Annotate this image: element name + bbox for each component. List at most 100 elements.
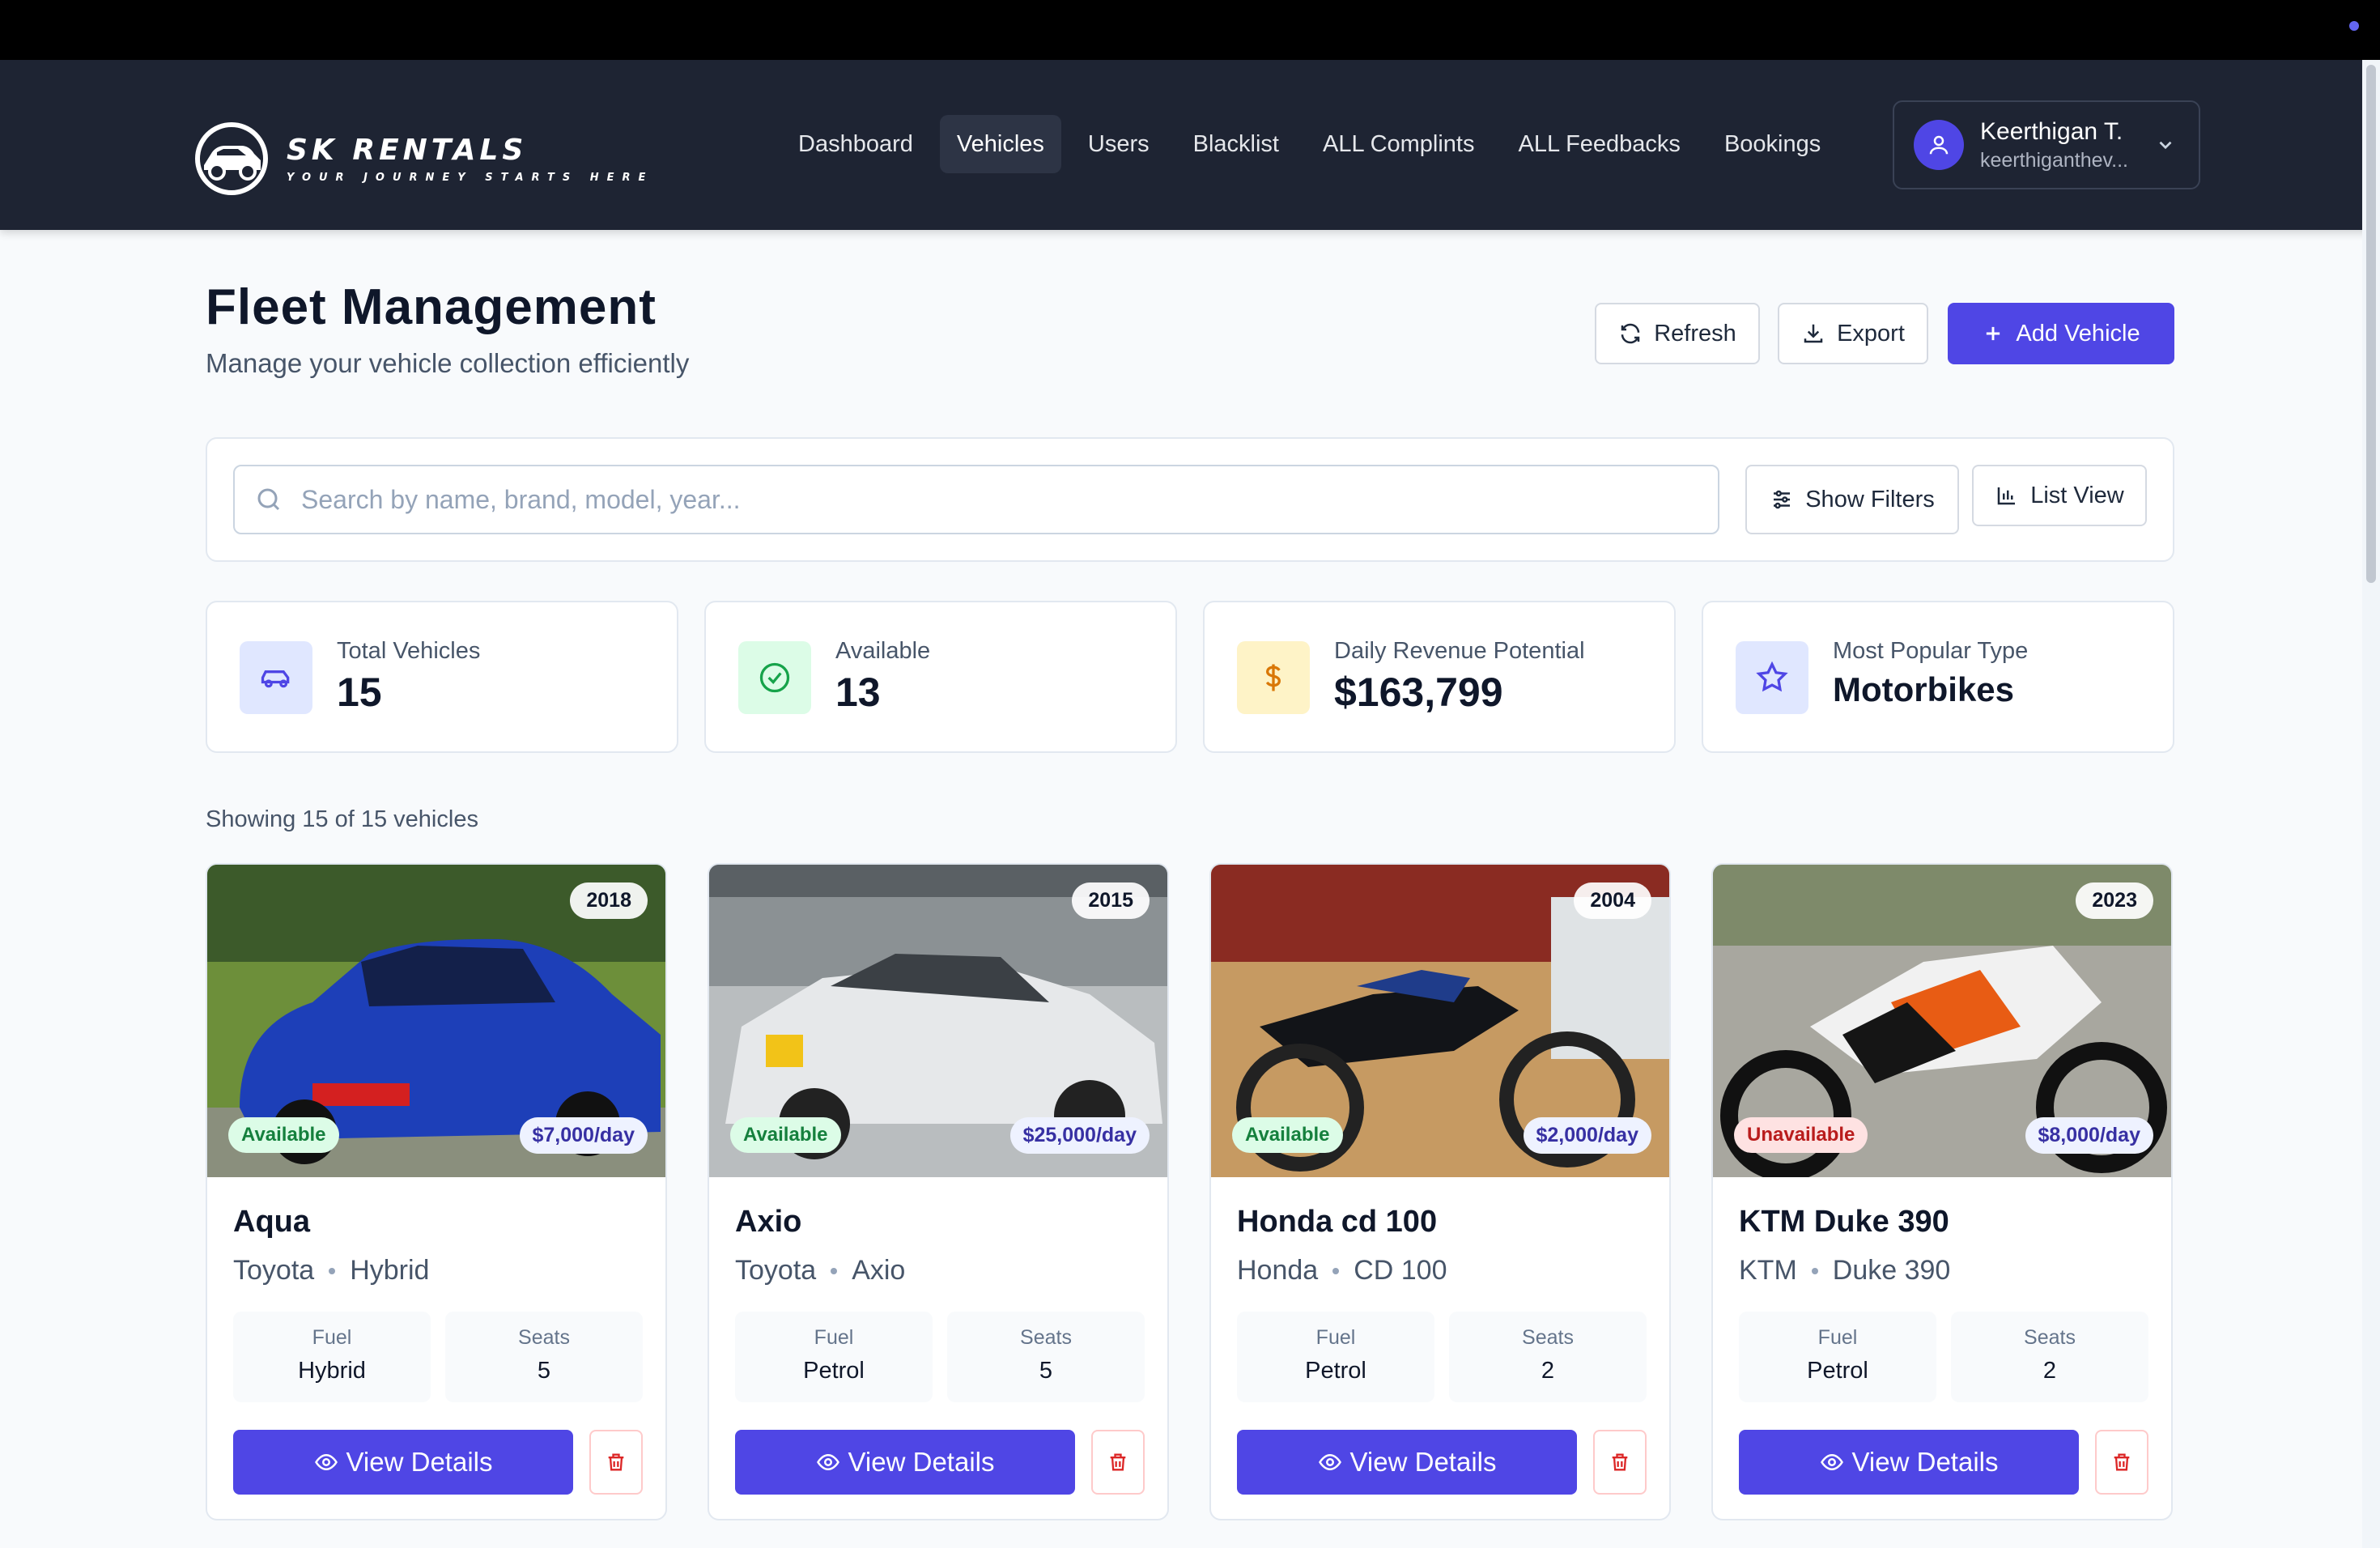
- brand-name: SK RENTALS: [287, 134, 528, 167]
- vehicle-brand-model: Toyota Axio: [735, 1255, 905, 1286]
- nav-feedbacks[interactable]: ALL Feedbacks: [1502, 115, 1698, 173]
- refresh-icon: [1621, 323, 1640, 344]
- separator-dot: [831, 1267, 838, 1274]
- user-icon: [1929, 135, 1949, 155]
- stat-label: Total Vehicles: [337, 638, 481, 664]
- spec-value: 2: [2042, 1358, 2057, 1384]
- vehicle-brand: KTM: [1739, 1255, 1797, 1286]
- refresh-button[interactable]: Refresh: [1595, 303, 1760, 364]
- spec-label: Seats: [518, 1326, 570, 1349]
- view-details-button[interactable]: View Details: [233, 1430, 573, 1495]
- vehicle-card: 2023 Unavailable $8,000/day KTM Duke 390…: [1711, 863, 2173, 1520]
- chevron-down-icon: [2159, 141, 2172, 150]
- spec-label: Fuel: [1817, 1326, 1858, 1349]
- brand-tagline: YOUR JOURNEY STARTS HERE: [287, 172, 654, 184]
- spec-label: Seats: [1522, 1326, 1574, 1349]
- sliders-icon: [1774, 490, 1791, 509]
- vehicle-name: Honda cd 100: [1237, 1205, 1438, 1239]
- check-circle-icon: [738, 641, 811, 714]
- search-input[interactable]: Search by name, brand, model, year...: [233, 465, 1719, 534]
- seats-spec: Seats 5: [445, 1312, 643, 1402]
- delete-button[interactable]: [2095, 1430, 2148, 1495]
- spec-label: Fuel: [814, 1326, 854, 1349]
- trash-icon: [1612, 1453, 1628, 1471]
- export-button[interactable]: Export: [1778, 303, 1928, 364]
- stat-total-vehicles: Total Vehicles 15: [206, 601, 678, 753]
- fuel-spec: Fuel Petrol: [1237, 1312, 1434, 1402]
- results-count: Showing 15 of 15 vehicles: [206, 806, 478, 832]
- list-view-button[interactable]: List View: [1972, 465, 2147, 526]
- vehicle-name: Axio: [735, 1205, 802, 1239]
- spec-label: Seats: [1020, 1326, 1072, 1349]
- spec-value: 5: [1039, 1358, 1053, 1384]
- spec-value: Hybrid: [298, 1358, 366, 1384]
- page-subtitle: Manage your vehicle collection efficient…: [206, 348, 690, 378]
- stat-value: $163,799: [1334, 670, 1503, 715]
- status-dot: [2349, 21, 2359, 31]
- export-label: Export: [1837, 320, 1905, 347]
- browser-top-strip: [0, 0, 2380, 60]
- user-menu[interactable]: Keerthigan T. keerthiganthev...: [1893, 100, 2200, 189]
- view-details-label: View Details: [848, 1447, 995, 1477]
- scrollbar-thumb[interactable]: [2366, 65, 2376, 583]
- status-badge: Available: [1232, 1117, 1343, 1153]
- vehicle-brand-model: Toyota Hybrid: [233, 1255, 429, 1286]
- price-badge: $8,000/day: [2025, 1117, 2153, 1154]
- status-badge: Available: [228, 1117, 339, 1153]
- vehicle-card: 2004 Available $2,000/day Honda cd 100 H…: [1209, 863, 1671, 1520]
- view-details-button[interactable]: View Details: [1237, 1430, 1577, 1495]
- spec-label: Fuel: [312, 1326, 352, 1349]
- delete-button[interactable]: [1593, 1430, 1647, 1495]
- car-icon: [240, 641, 312, 714]
- stat-popular-type: Most Popular Type Motorbikes: [1702, 601, 2174, 753]
- nav-users[interactable]: Users: [1071, 115, 1167, 173]
- download-icon: [1804, 324, 1823, 343]
- vehicle-model: Axio: [852, 1255, 906, 1286]
- vehicle-model: CD 100: [1354, 1255, 1447, 1286]
- stat-label: Available: [835, 638, 931, 664]
- delete-button[interactable]: [589, 1430, 643, 1495]
- seats-spec: Seats 2: [1951, 1312, 2148, 1402]
- separator-dot: [1811, 1267, 1818, 1274]
- vehicle-card: 2015 Available $25,000/day Axio Toyota A…: [708, 863, 1169, 1520]
- show-filters-button[interactable]: Show Filters: [1745, 465, 1959, 534]
- spec-value: 5: [537, 1358, 551, 1384]
- stat-available: Available 13: [704, 601, 1177, 753]
- search-icon: [257, 488, 280, 511]
- view-details-button[interactable]: View Details: [1739, 1430, 2079, 1495]
- vehicle-model: Hybrid: [350, 1255, 430, 1286]
- nav-vehicles[interactable]: Vehicles: [939, 115, 1061, 173]
- nav-blacklist[interactable]: Blacklist: [1176, 115, 1296, 173]
- view-details-button[interactable]: View Details: [735, 1430, 1075, 1495]
- navbar: SK RENTALS YOUR JOURNEY STARTS HERE Dash…: [0, 60, 2380, 230]
- price-badge: $7,000/day: [519, 1117, 648, 1154]
- nav-bookings[interactable]: Bookings: [1707, 115, 1838, 173]
- trash-icon: [1110, 1453, 1126, 1471]
- fuel-spec: Fuel Petrol: [1739, 1312, 1936, 1402]
- nav-dashboard[interactable]: Dashboard: [781, 115, 930, 173]
- vehicle-name: KTM Duke 390: [1739, 1205, 1949, 1239]
- stat-value: 15: [337, 670, 382, 715]
- nav-complaints[interactable]: ALL Complints: [1306, 115, 1492, 173]
- delete-button[interactable]: [1091, 1430, 1145, 1495]
- seats-spec: Seats 5: [947, 1312, 1145, 1402]
- stat-label: Most Popular Type: [1833, 638, 2029, 664]
- vehicle-brand-model: Honda CD 100: [1237, 1255, 1447, 1286]
- eye-icon: [1318, 1453, 1341, 1471]
- year-badge: 2023: [2076, 882, 2153, 919]
- add-vehicle-button[interactable]: Add Vehicle: [1948, 303, 2174, 364]
- stat-value: 13: [835, 670, 881, 715]
- avatar: [1914, 120, 1964, 170]
- view-details-label: View Details: [1851, 1447, 1999, 1477]
- page-scrollbar[interactable]: [2362, 60, 2380, 1548]
- vehicle-brand-model: KTM Duke 390: [1739, 1255, 1950, 1286]
- eye-icon: [816, 1453, 839, 1471]
- separator-dot: [1332, 1267, 1340, 1274]
- spec-value: Petrol: [1807, 1358, 1868, 1384]
- fuel-spec: Fuel Hybrid: [233, 1312, 431, 1402]
- status-badge: Unavailable: [1734, 1117, 1868, 1153]
- year-badge: 2004: [1574, 882, 1651, 919]
- view-details-label: View Details: [1349, 1447, 1497, 1477]
- brand-logo[interactable]: SK RENTALS YOUR JOURNEY STARTS HERE: [193, 120, 653, 198]
- eye-icon: [1820, 1453, 1843, 1471]
